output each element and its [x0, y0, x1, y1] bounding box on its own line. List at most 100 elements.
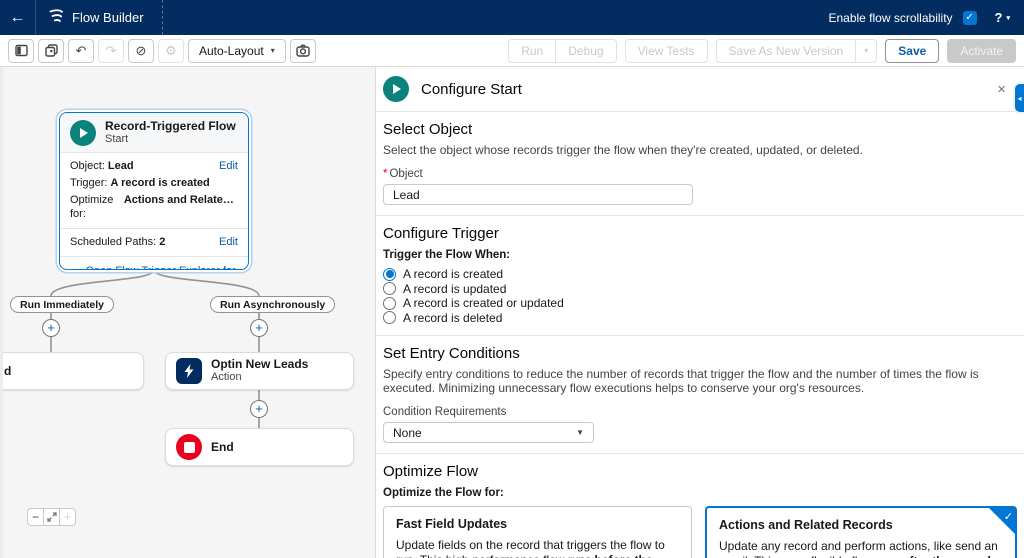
save-button[interactable]: Save	[885, 39, 939, 63]
action-node-title: Optin New Leads	[211, 358, 308, 371]
card-body: Update any record and perform actions, l…	[719, 539, 1003, 558]
zoom-out-button[interactable]: −	[27, 508, 44, 526]
debug-button[interactable]: Debug	[555, 39, 616, 63]
configure-start-panel: Configure Start × ◂ Select Object Select…	[375, 67, 1024, 558]
select-object-section: Select Object Select the object whose re…	[376, 112, 1024, 216]
gear-icon: ⚙	[165, 43, 177, 59]
select-object-description: Select the object whose records trigger …	[383, 143, 1003, 157]
save-as-dropdown-button[interactable]: ▾	[855, 39, 877, 63]
radio-icon	[383, 297, 396, 310]
required-asterisk: *	[383, 168, 387, 180]
view-tests-button[interactable]: View Tests	[625, 39, 708, 63]
trigger-row-value: A record is created	[111, 176, 210, 190]
save-as-new-version-button[interactable]: Save As New Version	[716, 39, 856, 63]
action-node-optin-new-leads[interactable]: Optin New Leads Action	[165, 352, 354, 390]
flow-canvas[interactable]: Record-Triggered Flow Start Object: Lead…	[0, 67, 375, 558]
start-node-subtitle: Start	[105, 133, 236, 146]
object-row-label: Object:	[70, 159, 105, 173]
optimize-for-label: Optimize the Flow for:	[383, 487, 1017, 500]
radio-record-created-or-updated[interactable]: A record is created or updated	[383, 296, 1017, 311]
layout-select-value: Auto-Layout	[199, 44, 264, 58]
canvas-zoom-controls: − +	[27, 508, 76, 526]
optimize-row-value: Actions and Related Rec…	[124, 193, 238, 221]
explorer-link-text: Open Flow Trigger Explorer for Lead	[85, 265, 238, 270]
collapse-panel-handle[interactable]: ◂	[1015, 84, 1024, 112]
layout-select[interactable]: Auto-Layout ▾	[188, 39, 286, 63]
radio-selected-icon	[383, 268, 396, 281]
end-node[interactable]: End	[165, 428, 354, 466]
prohibit-icon: ⊘	[136, 43, 147, 59]
radio-label: A record is deleted	[403, 311, 502, 325]
edit-scheduled-paths-link[interactable]: Edit	[213, 235, 238, 249]
card-title: Actions and Related Records	[719, 518, 1003, 533]
add-element-button[interactable]: +	[250, 319, 268, 337]
start-play-icon	[383, 76, 409, 102]
scheduled-paths-label: Scheduled Paths:	[70, 235, 156, 249]
redo-icon: ↷	[106, 43, 117, 59]
configure-trigger-heading: Configure Trigger	[383, 225, 1017, 242]
radio-record-updated[interactable]: A record is updated	[383, 282, 1017, 297]
add-element-button[interactable]: +	[42, 319, 60, 337]
toolbar: ↶ ↷ ⊘ ⚙ Auto-Layout ▾ Run Debug View Tes…	[0, 35, 1024, 67]
start-node-title: Record-Triggered Flow	[105, 120, 236, 133]
undo-icon: ↶	[76, 43, 87, 59]
object-input[interactable]	[383, 184, 693, 205]
zoom-in-button[interactable]: +	[59, 508, 76, 526]
fit-to-view-button[interactable]	[43, 508, 60, 526]
app-title: Flow Builder	[72, 10, 144, 25]
panel-toggle-icon	[15, 44, 28, 57]
toggle-toolbox-button[interactable]	[8, 39, 34, 63]
optimize-flow-section: Optimize Flow Optimize the Flow for: Fas…	[376, 454, 1024, 558]
open-flow-trigger-explorer-link[interactable]: Open Flow Trigger Explorer for Lead	[60, 257, 248, 270]
radio-icon	[383, 311, 396, 324]
scheduled-paths-value: 2	[159, 235, 165, 249]
enable-flow-scrollability-label: Enable flow scrollability	[828, 11, 952, 25]
delete-element-button[interactable]: ⊘	[128, 39, 154, 63]
radio-record-created[interactable]: A record is created	[383, 267, 1017, 282]
object-row-value: Lead	[108, 159, 134, 173]
configure-trigger-section: Configure Trigger Trigger the Flow When:…	[376, 216, 1024, 336]
optimize-card-actions-related-records[interactable]: ✓ Actions and Related Records Update any…	[705, 506, 1017, 558]
redo-button[interactable]: ↷	[98, 39, 124, 63]
condition-requirements-select[interactable]: None ▼	[383, 422, 594, 443]
trigger-row-label: Trigger:	[70, 176, 108, 190]
cutoff-node-label: d	[4, 365, 11, 378]
card-title: Fast Field Updates	[396, 517, 679, 532]
add-element-button[interactable]: +	[250, 400, 268, 418]
chevron-down-icon: ▾	[864, 46, 868, 55]
branch-label-run-immediately: Run Immediately	[10, 296, 114, 313]
close-panel-button[interactable]: ×	[997, 81, 1006, 98]
run-button[interactable]: Run	[508, 39, 555, 63]
start-node[interactable]: Record-Triggered Flow Start Object: Lead…	[59, 112, 249, 270]
settings-button[interactable]: ⚙	[158, 39, 184, 63]
entry-conditions-heading: Set Entry Conditions	[383, 345, 1017, 362]
edit-object-link[interactable]: Edit	[213, 159, 238, 173]
optimize-flow-heading: Optimize Flow	[383, 463, 1017, 480]
run-debug-group: Run Debug	[508, 39, 616, 63]
radio-icon	[383, 282, 396, 295]
help-menu[interactable]: ? ▾	[995, 10, 1010, 25]
back-button[interactable]: ←	[0, 0, 36, 35]
flow-scrollability-checkbox[interactable]: ✓	[963, 11, 977, 25]
condition-requirements-value: None	[393, 426, 422, 440]
save-as-group: Save As New Version ▾	[716, 39, 878, 63]
copy-elements-button[interactable]	[38, 39, 64, 63]
activate-button[interactable]: Activate	[947, 39, 1016, 63]
optimize-row-label: Optimize for:	[70, 193, 121, 221]
app-logo-block: Flow Builder	[36, 0, 163, 35]
optimize-card-fast-field-updates[interactable]: Fast Field Updates Update fields on the …	[383, 506, 692, 558]
selected-check-icon: ✓	[989, 508, 1015, 534]
radio-label: A record is created	[403, 267, 503, 281]
undo-button[interactable]: ↶	[68, 39, 94, 63]
action-node-subtitle: Action	[211, 371, 308, 384]
cutoff-node[interactable]: d	[0, 352, 144, 390]
branch-label-run-asynchronously: Run Asynchronously	[210, 296, 335, 313]
end-stop-icon	[176, 434, 202, 460]
flow-builder-icon	[48, 8, 64, 27]
help-icon: ?	[995, 10, 1003, 25]
copy-icon	[45, 44, 58, 57]
entry-conditions-section: Set Entry Conditions Specify entry condi…	[376, 336, 1024, 454]
radio-record-deleted[interactable]: A record is deleted	[383, 311, 1017, 326]
radio-label: A record is created or updated	[403, 296, 564, 310]
capture-button[interactable]	[290, 39, 316, 63]
